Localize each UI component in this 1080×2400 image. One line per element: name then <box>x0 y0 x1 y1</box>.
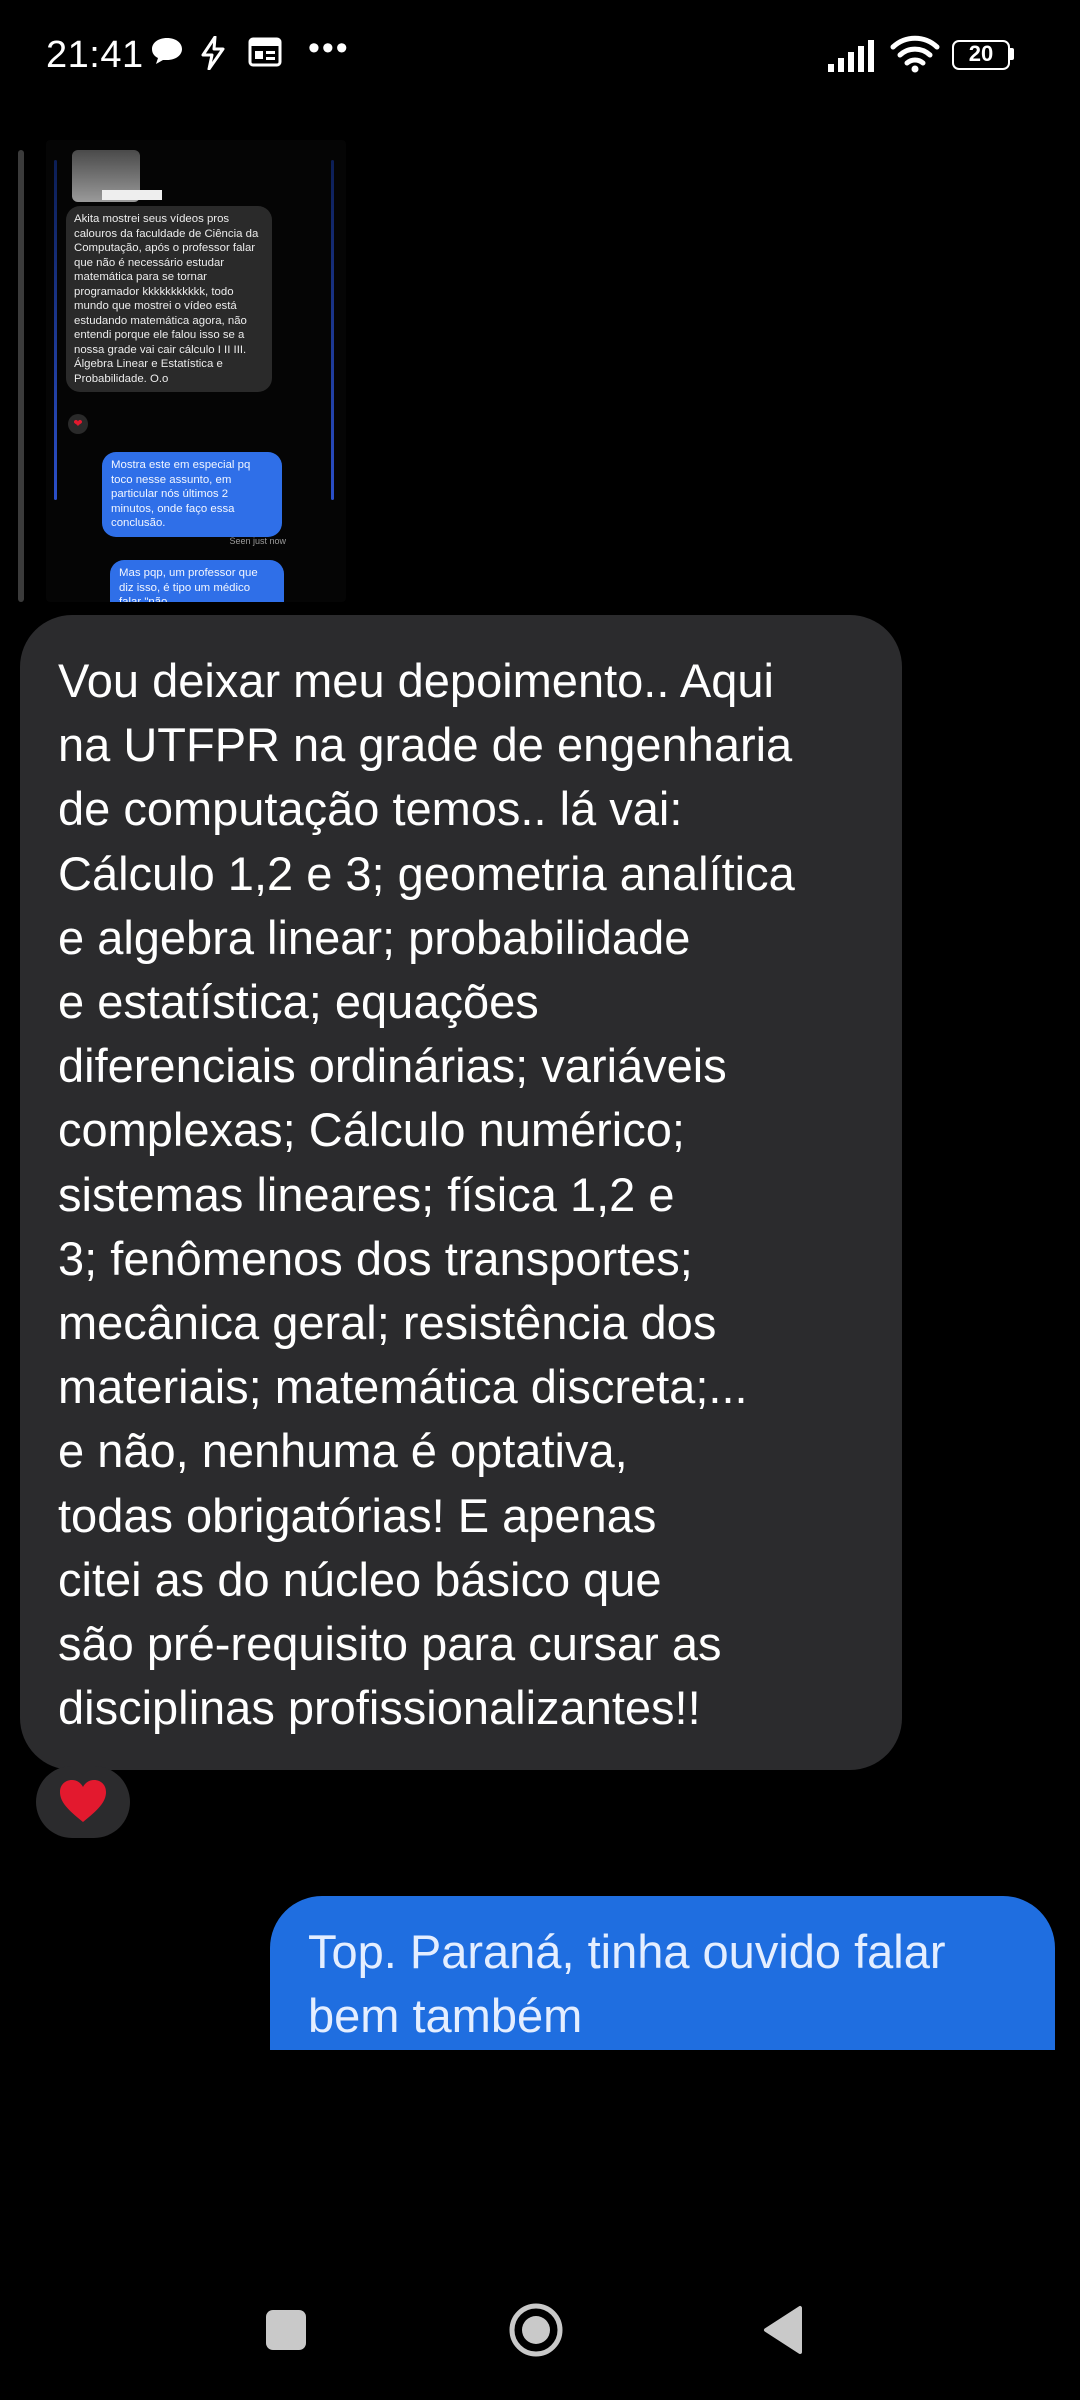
news-icon <box>248 37 282 67</box>
quoted-heart-reaction-icon: ❤ <box>68 414 88 434</box>
navigation-bar <box>0 2260 1080 2400</box>
incoming-message-bubble[interactable]: Vou deixar meu depoimento.. Aqui na UTFP… <box>20 615 902 1770</box>
reply-quote-bar <box>18 150 24 602</box>
quoted-incoming-message: Akita mostrei seus vídeos pros calouros … <box>66 206 272 392</box>
home-button[interactable] <box>508 2302 564 2358</box>
battery-level: 20 <box>968 41 994 66</box>
video-thumbnail <box>72 150 162 202</box>
quoted-seen-status: Seen just now <box>229 536 286 546</box>
outgoing-message-bubble[interactable]: Top. Paraná, tinha ouvido falar bem tamb… <box>270 1896 1055 2056</box>
battery-icon: 20 <box>952 40 1014 70</box>
status-time: 21:41 <box>46 34 144 76</box>
quoted-outgoing-message: Mas pqp, um professor que diz isso, é ti… <box>110 560 284 602</box>
signal-icon <box>828 40 874 72</box>
more-dots-icon: ••• <box>308 29 350 67</box>
thumbnail-caption <box>102 190 162 200</box>
screenshot-border <box>331 160 334 500</box>
screenshot-border <box>54 160 57 500</box>
back-button[interactable] <box>760 2304 804 2356</box>
heart-reaction[interactable] <box>36 1766 130 1838</box>
heart-icon <box>60 1780 106 1822</box>
quoted-outgoing-message: Mostra este em especial pq toco nesse as… <box>102 452 282 537</box>
chat-bubble-icon <box>152 38 182 64</box>
recent-apps-button[interactable] <box>266 2310 306 2350</box>
quoted-screenshot[interactable]: Akita mostrei seus vídeos pros calouros … <box>46 140 346 602</box>
composer-divider <box>0 2050 1080 2060</box>
status-bar: 21:41 ••• 20 <box>0 0 1080 120</box>
flash-icon <box>201 36 225 70</box>
wifi-icon <box>890 35 940 73</box>
